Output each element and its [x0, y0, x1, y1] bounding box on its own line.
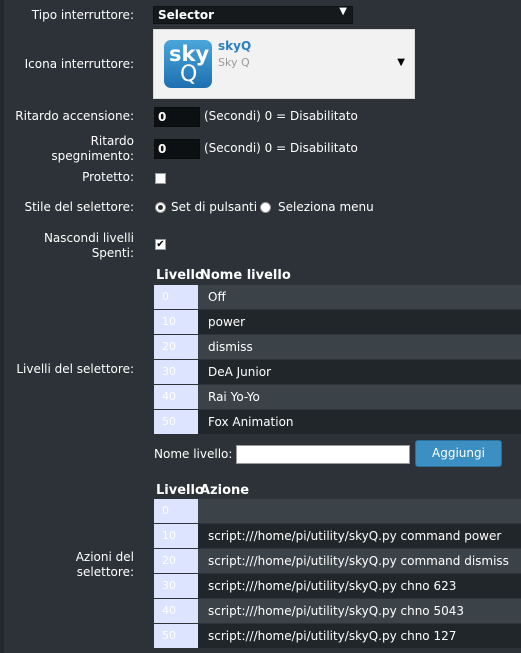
off-delay-label-1: Ritardo — [90, 134, 134, 148]
skyq-app-icon: sky Q — [164, 40, 212, 88]
level-row[interactable]: 10 power — [154, 310, 521, 334]
level-name: Off — [208, 290, 226, 304]
selector-style-label: Stile del selettore: — [24, 200, 134, 214]
on-delay-label: Ritardo accensione: — [15, 109, 134, 123]
protected-checkbox[interactable] — [155, 173, 166, 184]
protected-label: Protetto: — [82, 170, 134, 184]
sky-tile-letter: Q — [180, 62, 198, 87]
levels-header-level: Livello — [156, 268, 204, 283]
action-script: script:///home/pi/utility/skyQ.py chno 1… — [208, 629, 457, 643]
action-level-value: 50 — [154, 624, 198, 648]
actions-header-action: Azione — [200, 483, 250, 498]
radio-button-set-label: Set di pulsanti — [171, 200, 258, 214]
level-value: 10 — [154, 310, 198, 334]
level-value: 20 — [154, 335, 198, 359]
action-script: script:///home/pi/utility/skyQ.py chno 6… — [208, 579, 457, 593]
on-delay-hint: (Secondi) 0 = Disabilitato — [204, 109, 358, 123]
level-name: dismiss — [208, 340, 253, 354]
level-row[interactable]: 40 Rai Yo-Yo — [154, 385, 521, 409]
level-name-input[interactable] — [236, 445, 410, 464]
selector-levels-label: Livelli del selettore: — [16, 362, 134, 376]
add-level-button[interactable]: Aggiungi — [415, 440, 502, 467]
action-script: script:///home/pi/utility/skyQ.py comman… — [208, 529, 502, 543]
hide-off-levels-label-2: Spenti: — [91, 246, 134, 260]
action-row[interactable]: 20 script:///home/pi/utility/skyQ.py com… — [154, 549, 521, 573]
level-name: DeA Junior — [208, 365, 272, 379]
left-edge — [0, 0, 4, 653]
levels-header-name: Nome livello — [200, 268, 291, 283]
selector-actions-label-1: Azioni del — [75, 550, 134, 564]
level-value: 40 — [154, 385, 198, 409]
switch-icon-select[interactable]: sky Q skyQ Sky Q ▼ — [153, 29, 415, 99]
level-name: Rai Yo-Yo — [208, 390, 260, 404]
hide-off-levels-checkbox[interactable]: ✔ — [155, 239, 166, 250]
action-level-value: 10 — [154, 524, 198, 548]
selector-actions-label-2: selettore: — [76, 565, 134, 579]
action-level-value: 0 — [154, 499, 198, 523]
off-delay-hint: (Secondi) 0 = Disabilitato — [204, 141, 358, 155]
switch-icon-description: Sky Q — [218, 56, 250, 69]
action-script: script:///home/pi/utility/skyQ.py comman… — [208, 554, 509, 568]
off-delay-label-2: spegnimento: — [51, 149, 134, 163]
switch-type-select[interactable]: Selector ▼ — [153, 6, 353, 24]
dropdown-arrow-icon: ▼ — [339, 6, 347, 17]
radio-select-menu-label: Seleziona menu — [278, 200, 374, 214]
action-row[interactable]: 10 script:///home/pi/utility/skyQ.py com… — [154, 524, 521, 548]
action-level-value: 40 — [154, 599, 198, 623]
level-row[interactable]: 20 dismiss — [154, 335, 521, 359]
action-row[interactable]: 50 script:///home/pi/utility/skyQ.py chn… — [154, 624, 521, 648]
action-script: script:///home/pi/utility/skyQ.py chno 5… — [208, 604, 465, 618]
actions-header-level: Livello — [156, 483, 204, 498]
dropdown-arrow-icon: ▼ — [397, 57, 405, 68]
level-value: 50 — [154, 410, 198, 434]
level-row[interactable]: 50 Fox Animation — [154, 410, 521, 434]
level-row[interactable]: 30 DeA Junior — [154, 360, 521, 384]
action-level-value: 30 — [154, 574, 198, 598]
action-level-value: 20 — [154, 549, 198, 573]
level-name-label: Nome livello: — [154, 447, 233, 461]
radio-button-set[interactable] — [155, 202, 166, 213]
action-row[interactable]: 40 script:///home/pi/utility/skyQ.py chn… — [154, 599, 521, 623]
action-row[interactable]: 30 script:///home/pi/utility/skyQ.py chn… — [154, 574, 521, 598]
hide-off-levels-label-1: Nascondi livelli — [43, 231, 134, 245]
level-name: power — [208, 315, 246, 329]
radio-select-menu[interactable] — [260, 202, 271, 213]
action-row[interactable]: 0 — [154, 499, 521, 523]
level-value: 0 — [154, 285, 198, 309]
switch-type-label: Tipo interruttore: — [31, 8, 134, 22]
switch-icon-label: Icona interruttore: — [24, 57, 134, 71]
level-row[interactable]: 0 Off — [154, 285, 521, 309]
on-delay-input[interactable]: 0 — [154, 107, 200, 127]
level-name: Fox Animation — [208, 415, 294, 429]
level-value: 30 — [154, 360, 198, 384]
off-delay-input[interactable]: 0 — [154, 139, 200, 159]
switch-type-value: Selector — [158, 8, 215, 22]
switch-icon-name: skyQ — [218, 39, 252, 53]
